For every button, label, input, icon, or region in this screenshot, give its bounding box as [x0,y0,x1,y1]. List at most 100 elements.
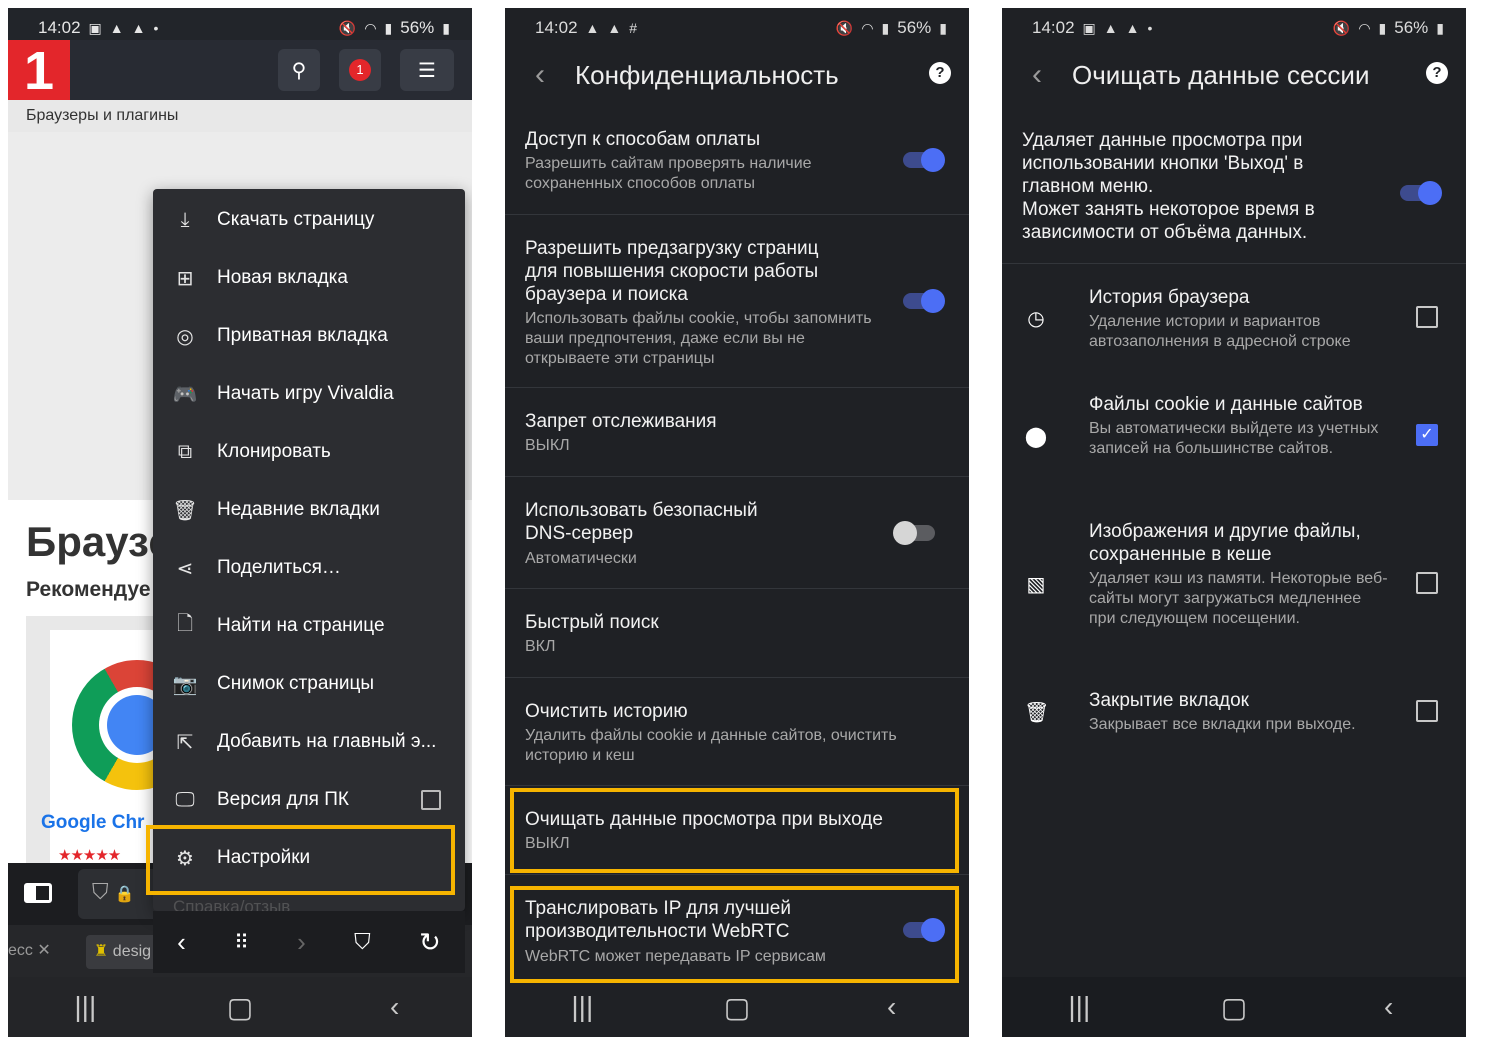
image-icon: ▣ [1082,19,1096,36]
setting-do-not-track[interactable]: Запрет отслеживания ВЫКЛ [505,388,969,477]
browser-history-checkbox[interactable] [1416,306,1438,328]
menu-item-screenshot[interactable]: 📷 Снимок страницы [153,655,465,713]
setting-preload-pages[interactable]: Разрешить предзагрузку страниц для повыш… [505,215,969,388]
item-subtitle: Удаление истории и вариантов автозаполне… [1089,313,1351,350]
setting-subtitle: Автоматически [525,550,637,567]
alert-icon: ▲ [585,20,600,36]
setting-clear-history[interactable]: Очистить историю Удалить файлы cookie и … [505,678,969,786]
phone-browser-menu: 14:02 ▣ ▲ ▲ • 🔇 ◠ ▮ 56% ▮ 1 ⚲ 1 ☰ Браузеры и пла… [8,8,472,1037]
panel-toggle-icon[interactable] [24,883,52,903]
battery-level: 56% [400,18,435,37]
share-icon: ⋖ [176,557,194,580]
menu-item-recent-tabs[interactable]: 🗑 Недавние вкладки [153,481,465,539]
wifi-icon: ◠ [364,19,377,36]
cached-images-checkbox[interactable] [1416,572,1438,594]
item-close-tabs[interactable]: 🗑 Закрытие вкладок Закрывает все вкладки… [1002,680,1466,750]
menu-item-label: Снимок страницы [217,673,375,694]
wifi-icon: ◠ [1358,19,1371,36]
tab-left-label: ecc [8,942,33,959]
setting-title: Доступ к способам оплаты [525,129,761,150]
secure-dns-toggle[interactable] [893,521,935,545]
menu-item-settings[interactable]: ⚙ Настройки [153,829,465,887]
system-back-icon[interactable]: ‹ [862,991,922,1023]
preload-pages-toggle[interactable] [903,289,945,313]
home-icon[interactable]: ▢ [1204,991,1264,1024]
trash-icon: 🗑 [172,499,198,522]
recents-icon[interactable]: ||| [55,991,115,1023]
payment-methods-toggle[interactable] [903,148,945,172]
bookmark-icon[interactable]: ⛉ [354,929,371,955]
notification-badge: 1 [349,59,371,81]
menu-item-label: Добавить на главный э... [217,731,437,752]
close-tabs-checkbox[interactable] [1416,700,1438,722]
help-icon[interactable]: ? [929,62,951,84]
setting-payment-methods[interactable]: Доступ к способам оплаты Разрешить сайта… [505,118,969,215]
page-title: Конфиденциальность [575,59,839,90]
menu-item-label: Недавние вкладки [217,499,380,520]
add-to-home-icon: ⇱ [176,731,194,754]
search-icon: ⚲ [291,59,307,82]
menu-item-label: Версия для ПК [217,789,349,810]
back-arrow-icon[interactable]: ‹ [1002,58,1072,92]
grid-icon[interactable]: ⠿ [234,930,249,955]
tab-left[interactable]: ecc ✕ [8,940,51,960]
item-browser-history[interactable]: ◷ История браузера Удаление истории и ва… [1002,276,1466,372]
new-tab-icon: ⊞ [176,267,194,290]
item-cached-images[interactable]: ▧ Изображения и другие файлы, сохраненны… [1002,518,1466,668]
webrtc-ip-toggle[interactable] [903,918,945,942]
menu-item-download-page[interactable]: ⤓ Скачать страницу [153,191,465,249]
system-back-icon[interactable]: ‹ [365,991,425,1023]
alert-icon: ▲ [109,20,124,36]
battery-icon: ▮ [939,19,947,36]
recents-icon[interactable]: ||| [1049,991,1109,1023]
shield-icon: ⛉ [92,879,109,904]
setting-subtitle: ВКЛ [525,638,556,655]
clear-session-intro[interactable]: Удаляет данные просмотра при использован… [1002,118,1466,264]
battery-icon: ▮ [442,19,450,36]
gear-icon: ⚙ [176,847,194,870]
item-title: Изображения и другие файлы, сохраненные … [1089,521,1361,565]
menu-item-new-tab[interactable]: ⊞ Новая вкладка [153,249,465,307]
status-time: 14:02 [38,18,81,37]
forward-icon[interactable]: › [297,927,306,958]
system-back-icon[interactable]: ‹ [1359,991,1419,1023]
dot-icon: • [153,20,159,36]
breadcrumb[interactable]: Браузеры и плагины [8,100,472,132]
setting-webrtc-ip[interactable]: Транслировать IP для лучшей производител… [505,875,969,975]
setting-quick-search[interactable]: Быстрый поиск ВКЛ [505,589,969,678]
lock-icon: 🔒 [114,886,135,903]
back-arrow-icon[interactable]: ‹ [505,58,575,92]
mute-icon: 🔇 [338,19,357,36]
recents-icon[interactable]: ||| [552,991,612,1023]
menu-item-clone[interactable]: ⧉ Клонировать [153,423,465,481]
menu-item-private-tab[interactable]: ◎ Приватная вкладка [153,307,465,365]
desktop-version-checkbox[interactable] [421,790,441,810]
setting-subtitle: Разрешить сайтам проверять наличие сохра… [525,155,812,192]
site-logo[interactable]: 1 [8,40,70,102]
menu-item-add-to-home[interactable]: ⇱ Добавить на главный э... [153,713,465,771]
home-icon[interactable]: ▢ [210,991,270,1024]
page-title: Очищать данные сессии [1072,59,1370,90]
alert-icon: ▲ [131,20,146,36]
setting-secure-dns[interactable]: Использовать безопасный DNS-сервер Автом… [505,477,969,589]
menu-item-help-peek[interactable]: Справка/отзыв [173,897,290,911]
menu-item-share[interactable]: ⋖ Поделиться… [153,539,465,597]
signal-icon: ▮ [881,19,890,36]
clear-session-toggle[interactable] [1400,181,1442,205]
card-title[interactable]: Google Chr [41,812,144,834]
cookies-checkbox[interactable]: ✓ [1416,424,1438,446]
back-icon[interactable]: ‹ [177,927,186,958]
menu-item-game[interactable]: 🎮 Начать игру Vivaldia [153,365,465,423]
reload-icon[interactable]: ↻ [419,927,441,958]
home-icon[interactable]: ▢ [707,991,767,1024]
notifications-button[interactable]: 1 [339,49,381,91]
menu-item-desktop-version[interactable]: 🖵 Версия для ПК [153,771,465,829]
gamepad-icon: 🎮 [172,383,198,406]
menu-item-label: Начать игру Vivaldia [217,383,394,404]
hamburger-menu-button[interactable]: ☰ [400,49,454,91]
search-button[interactable]: ⚲ [278,49,320,91]
setting-clear-on-exit[interactable]: Очищать данные просмотра при выходе ВЫКЛ [505,786,969,875]
help-icon[interactable]: ? [1426,62,1448,84]
menu-item-find-in-page[interactable]: 🗋 Найти на странице [153,597,465,655]
item-cookies[interactable]: ⬤ Файлы cookie и данные сайтов Вы автома… [1002,384,1466,508]
